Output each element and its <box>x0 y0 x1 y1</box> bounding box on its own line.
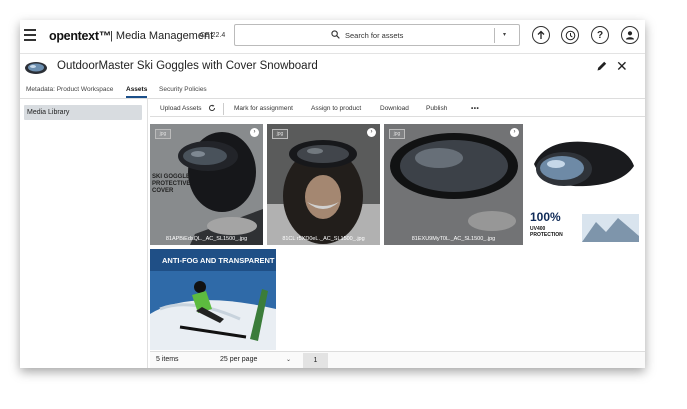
sidebar: Media Library <box>20 99 148 368</box>
mark-for-assignment-button[interactable]: Mark for assignment <box>234 105 293 112</box>
tab-bar: Metadata: Product Workspace Assets Secur… <box>20 82 645 99</box>
asset-tile-3[interactable]: jpg › 81EXU9MyT0L._AC_SL1500_.jpg <box>384 124 523 245</box>
opentext-logo: opentext™ <box>49 29 111 43</box>
search-divider <box>494 28 495 43</box>
asset-1-overlay-text: SKI GOGGLE PROTECTIVE COVER <box>152 174 191 194</box>
publish-button[interactable]: Publish <box>426 105 447 112</box>
jpg-badge: jpg <box>272 129 288 139</box>
tab-security-policies[interactable]: Security Policies <box>159 86 207 93</box>
user-icon[interactable] <box>621 26 639 44</box>
chevron-right-icon[interactable]: › <box>250 128 259 137</box>
toolbar-divider <box>223 103 224 115</box>
upload-assets-button[interactable]: Upload Assets <box>160 105 202 112</box>
promo-headline: 100% <box>530 210 561 224</box>
asset-1-filename: 81APBiEdsQL._AC_SL1500_.jpg <box>165 236 248 242</box>
hamburger-menu-icon[interactable] <box>24 29 36 41</box>
refresh-icon[interactable] <box>208 104 216 112</box>
more-actions-icon[interactable]: ••• <box>471 105 479 112</box>
top-bar: opentext™ | Media Management CE 22.4 ▾ ? <box>20 20 645 54</box>
asset-tile-5[interactable]: ANTI-FOG AND TRANSPARENT <box>150 249 276 350</box>
app-version: CE 22.4 <box>200 32 226 39</box>
asset-tile-2[interactable]: jpg › 81CL r5XD0eL._AC_SL1500_.jpg <box>267 124 380 245</box>
app-window: opentext™ | Media Management CE 22.4 ▾ ? <box>20 20 645 368</box>
app-name: | Media Management <box>110 30 214 42</box>
edit-pencil-icon[interactable] <box>596 60 608 72</box>
asset-3-filename: 81EXU9MyT0L._AC_SL1500_.jpg <box>411 236 496 242</box>
close-icon[interactable]: ✕ <box>616 59 628 73</box>
search-box[interactable]: ▾ <box>234 24 520 46</box>
promo-heading: ANTI-FOG AND TRANSPARENT <box>162 256 275 265</box>
sidebar-item-media-library[interactable]: Media Library <box>24 105 142 120</box>
page-number-button[interactable]: 1 <box>303 353 328 368</box>
search-icon <box>331 30 340 39</box>
search-scope-chevron-icon[interactable]: ▾ <box>503 31 506 38</box>
arrow-up-icon[interactable] <box>532 26 550 44</box>
asset-2-filename: 81CL r5XD0eL._AC_SL1500_.jpg <box>282 236 365 242</box>
promo-subtext: UV400 PROTECTION <box>530 226 563 238</box>
chevron-down-icon[interactable]: ⌄ <box>286 356 291 363</box>
asset-image-2 <box>267 124 380 245</box>
asset-image-3 <box>384 124 523 245</box>
per-page-select[interactable]: 25 per page <box>220 356 257 363</box>
search-input[interactable] <box>345 28 485 42</box>
jpg-badge: jpg <box>389 129 405 139</box>
asset-toolbar: Upload Assets Mark for assignment Assign… <box>150 102 645 117</box>
asset-tile-1[interactable]: SKI GOGGLE PROTECTIVE COVER jpg › 81APBi… <box>150 124 263 245</box>
jpg-badge: jpg <box>155 129 171 139</box>
pagination-footer: 5 items 25 per page ⌄ 1 <box>150 351 645 368</box>
items-count: 5 items <box>156 356 179 363</box>
chevron-right-icon[interactable]: › <box>367 128 376 137</box>
download-button[interactable]: Download <box>380 105 409 112</box>
asset-tile-4[interactable]: 100% UV400 PROTECTION <box>526 124 639 245</box>
help-icon[interactable]: ? <box>591 26 609 44</box>
tab-metadata[interactable]: Metadata: Product Workspace <box>26 86 113 93</box>
chevron-right-icon[interactable]: › <box>510 128 519 137</box>
tab-assets[interactable]: Assets <box>126 86 148 98</box>
assign-to-product-button[interactable]: Assign to product <box>311 105 361 112</box>
clock-icon[interactable] <box>561 26 579 44</box>
asset-title: OutdoorMaster Ski Goggles with Cover Sno… <box>57 60 318 72</box>
asset-thumbnail-icon <box>25 62 47 74</box>
